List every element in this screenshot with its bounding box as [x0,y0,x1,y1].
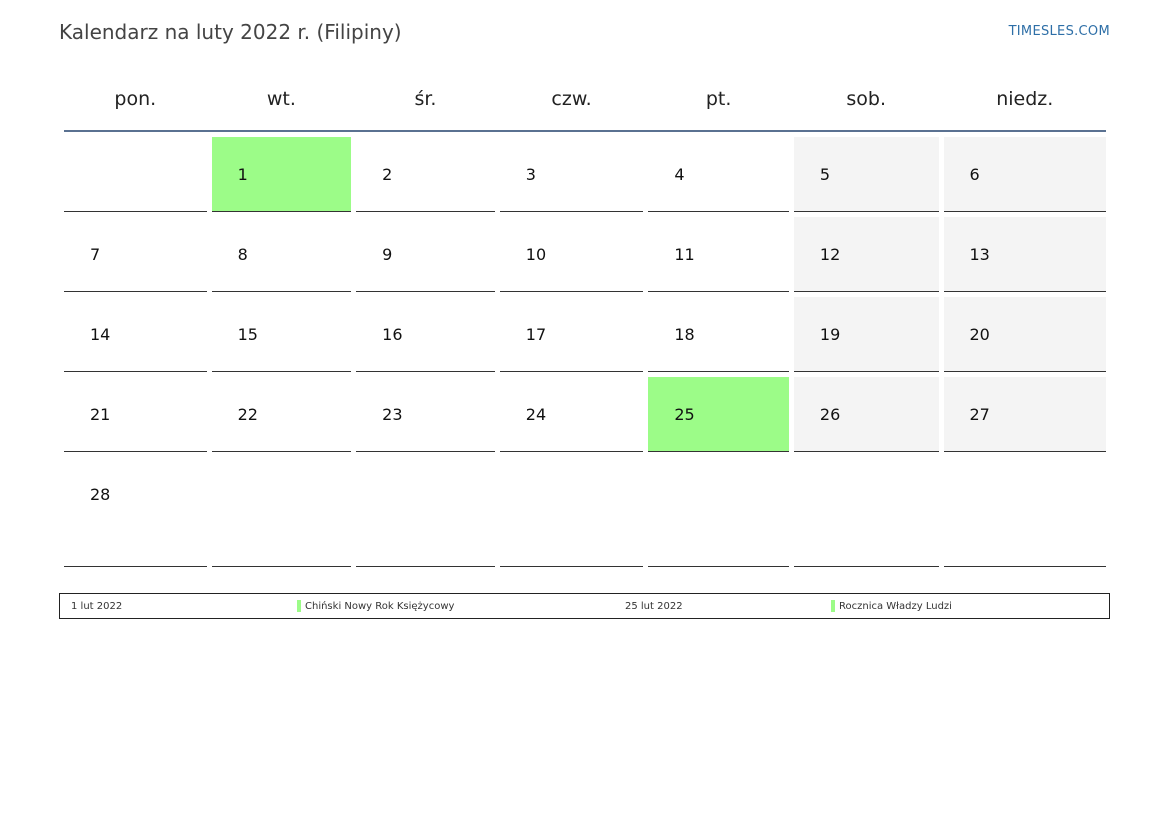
day-number: 5 [819,165,831,184]
day-cell[interactable]: 11 [648,217,789,292]
day-number: 11 [674,245,695,264]
day-cell[interactable]: 9 [356,217,495,292]
day-number: 23 [382,405,403,424]
day-number: 10 [525,245,547,264]
day-cell[interactable]: 15 [211,297,352,372]
day-cell[interactable]: 27 [943,377,1107,452]
calendar-week-row: 28 [64,457,1107,567]
day-cell[interactable]: 26 [793,377,939,452]
weekday-label: śr. [414,88,437,110]
holiday-legend: 1 lut 2022 Chiński Nowy Rok Księżycowy 2… [59,593,1110,619]
day-number: 22 [237,405,258,424]
day-number: 16 [382,325,403,344]
day-cell[interactable]: 6 [943,137,1107,212]
day-cell[interactable]: 3 [499,137,644,212]
empty-day-cell [943,457,1107,567]
day-number: 14 [90,325,111,344]
brand-link[interactable]: TIMESLES.COM [1009,24,1110,39]
calendar-grid: pon. wt. śr. czw. pt. sob. niedz. 123456… [64,82,1107,572]
empty-day-cell [211,457,352,567]
day-number: 9 [382,245,393,264]
day-number: 7 [90,245,101,264]
day-cell[interactable]: 16 [356,297,495,372]
day-cell[interactable]: 22 [211,377,352,452]
day-cell[interactable]: 28 [64,457,207,567]
day-number: 13 [969,245,990,264]
weekday-label: niedz. [996,88,1054,110]
day-cell[interactable]: 12 [793,217,939,292]
holiday-color-marker [297,600,301,612]
day-number: 8 [237,245,248,264]
empty-day-cell [793,457,939,567]
day-number: 19 [819,325,841,344]
day-cell[interactable]: 20 [943,297,1107,372]
legend-date: 1 lut 2022 [71,601,123,612]
header-divider [64,130,1106,132]
day-cell[interactable]: 21 [64,377,207,452]
calendar-week-row: 14 15 16 17 18 19 20 [64,297,1107,372]
empty-day-cell [356,457,495,567]
day-cell[interactable]: 17 [499,297,644,372]
day-cell[interactable]: 10 [499,217,644,292]
day-number: 21 [90,405,111,424]
empty-day-cell [64,137,207,212]
day-number: 17 [525,325,547,344]
day-number: 6 [969,165,980,184]
weekday-label: wt. [266,88,296,110]
day-cell[interactable]: 1 [211,137,352,212]
day-number: 3 [525,165,536,184]
day-number: 27 [969,405,990,424]
day-cell[interactable]: 14 [64,297,207,372]
weekday-label: pt. [705,88,732,110]
day-number: 28 [90,485,111,504]
calendar-week-row: 1 2 3 4 5 6 [64,137,1107,212]
day-cell[interactable]: 7 [64,217,207,292]
day-cell[interactable]: 23 [356,377,495,452]
day-cell[interactable]: 5 [793,137,939,212]
day-cell[interactable]: 8 [211,217,352,292]
weekday-label: czw. [551,88,592,110]
legend-date: 25 lut 2022 [625,601,683,612]
day-cell[interactable]: 2 [356,137,495,212]
day-number: 4 [674,165,685,184]
empty-day-cell [648,457,789,567]
holiday-color-marker [831,600,835,612]
day-number: 18 [674,325,695,344]
legend-holiday-name: Rocznica Władzy Ludzi [839,601,952,612]
legend-holiday-name: Chiński Nowy Rok Księżycowy [305,601,455,612]
weekday-label: sob. [846,88,887,110]
day-number: 12 [819,245,841,264]
day-cell[interactable]: 18 [648,297,789,372]
empty-day-cell [499,457,644,567]
page-title: Kalendarz na luty 2022 r. (Filipiny) [59,20,402,44]
weekday-header: pon. wt. śr. czw. pt. sob. niedz. [64,82,1106,130]
day-number: 26 [819,405,841,424]
day-number: 20 [969,325,990,344]
weekday-label: pon. [114,88,157,110]
calendar-week-row: 21 22 23 24 25 26 27 [64,377,1107,452]
day-number: 15 [237,325,258,344]
day-cell[interactable]: 24 [499,377,644,452]
calendar-week-row: 7 8 9 10 11 12 13 [64,217,1107,292]
day-number: 25 [674,405,695,424]
day-number: 2 [382,165,393,184]
day-cell[interactable]: 25 [648,377,789,452]
day-number: 1 [237,165,248,184]
day-cell[interactable]: 19 [793,297,939,372]
day-number: 24 [525,405,547,424]
day-cell[interactable]: 13 [943,217,1107,292]
day-cell[interactable]: 4 [648,137,789,212]
